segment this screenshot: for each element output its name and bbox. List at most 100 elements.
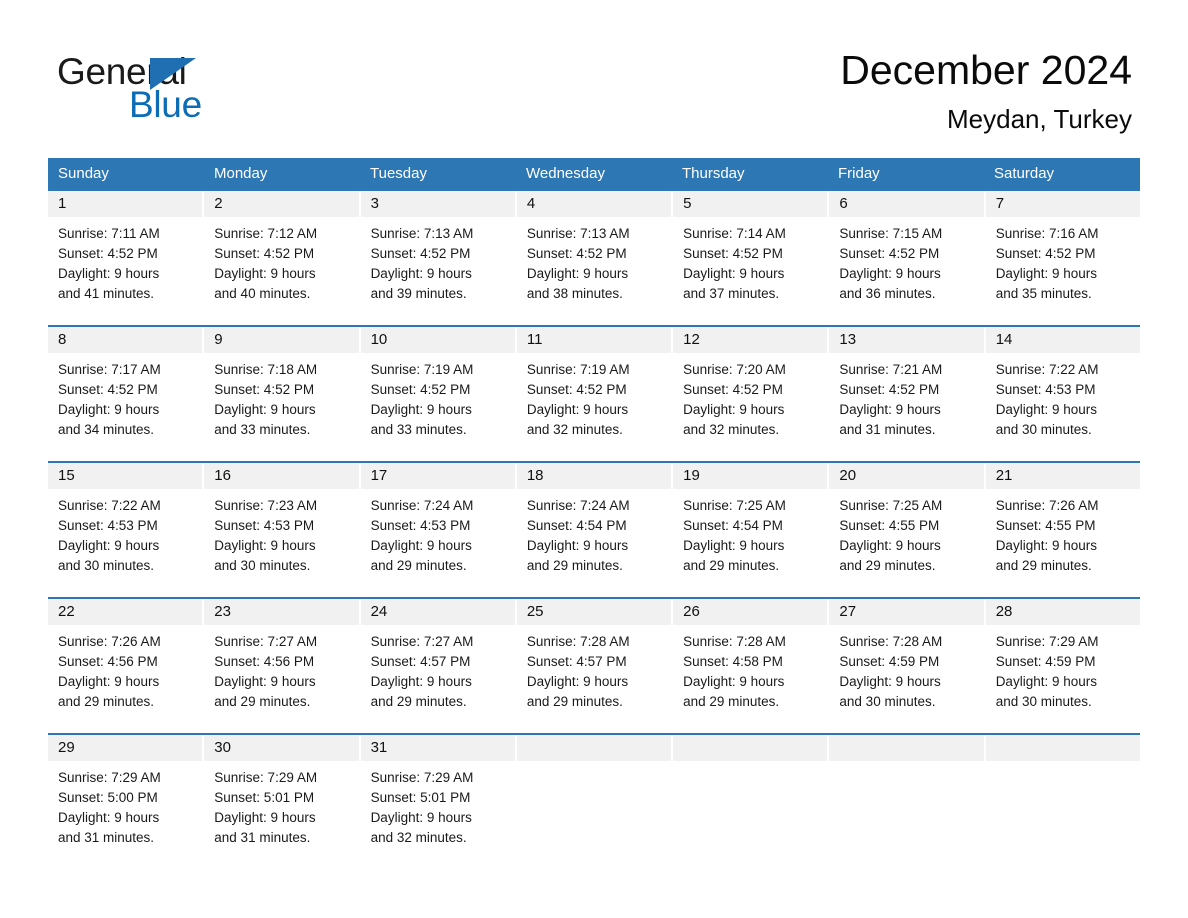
day-number bbox=[829, 735, 984, 761]
day-number: 12 bbox=[673, 327, 828, 353]
day-cell[interactable]: 27 Sunrise: 7:28 AM Sunset: 4:59 PM Dayligh… bbox=[829, 599, 986, 722]
day-cell[interactable]: 28 Sunrise: 7:29 AM Sunset: 4:59 PM Dayligh… bbox=[985, 599, 1140, 722]
day-cell[interactable]: 20 Sunrise: 7:25 AM Sunset: 4:55 PM Dayligh… bbox=[829, 463, 986, 586]
day-details: Sunrise: 7:21 AM Sunset: 4:52 PM Daylight:… bbox=[829, 353, 983, 450]
day-detail-line: and 30 minutes. bbox=[995, 422, 1092, 437]
day-cell[interactable]: 12 Sunrise: 7:20 AM Sunset: 4:52 PM Dayligh… bbox=[673, 327, 830, 450]
day-detail-line: Sunset: 4:52 PM bbox=[58, 246, 158, 261]
day-detail-line: Sunrise: 7:16 AM bbox=[995, 226, 1099, 241]
day-detail-line: and 30 minutes. bbox=[214, 558, 311, 573]
day-cell[interactable]: 17 Sunrise: 7:24 AM Sunset: 4:53 PM Dayligh… bbox=[360, 463, 517, 586]
day-cell[interactable]: 18 Sunrise: 7:24 AM Sunset: 4:54 PM Dayligh… bbox=[516, 463, 674, 586]
day-cell[interactable]: 2 Sunrise: 7:12 AM Sunset: 4:52 PM Daylight… bbox=[204, 191, 361, 314]
day-number: 22 bbox=[48, 599, 203, 625]
day-detail-line: and 31 minutes. bbox=[58, 830, 155, 845]
day-number: 28 bbox=[985, 599, 1140, 625]
day-number bbox=[673, 735, 828, 761]
day-cell[interactable]: 31 Sunrise: 7:29 AM Sunset: 5:01 PM Dayligh… bbox=[360, 735, 517, 858]
day-of-week-header-friday: Friday bbox=[838, 165, 880, 182]
day-cell[interactable]: 13 Sunrise: 7:21 AM Sunset: 4:52 PM Dayligh… bbox=[829, 327, 986, 450]
day-details: Sunrise: 7:29 AM Sunset: 5:01 PM Daylight:… bbox=[204, 761, 358, 858]
day-detail-line: and 33 minutes. bbox=[370, 422, 467, 437]
calendar-grid: Sunday Monday Tuesday Wednesday Thursday Frid… bbox=[48, 158, 1140, 858]
day-details: Sunrise: 7:19 AM Sunset: 4:52 PM Daylight:… bbox=[517, 353, 671, 450]
day-cell[interactable]: 29 Sunrise: 7:29 AM Sunset: 5:00 PM Dayligh… bbox=[48, 735, 205, 858]
day-detail-line: Sunset: 4:52 PM bbox=[839, 246, 940, 261]
day-details: Sunrise: 7:29 AM Sunset: 5:00 PM Daylight:… bbox=[48, 761, 202, 858]
day-details bbox=[673, 761, 827, 842]
day-detail-line: Daylight: 9 hours bbox=[214, 266, 316, 281]
day-details: Sunrise: 7:20 AM Sunset: 4:52 PM Daylight:… bbox=[673, 353, 827, 450]
day-cell[interactable]: 14 Sunrise: 7:22 AM Sunset: 4:53 PM Dayligh… bbox=[985, 327, 1140, 450]
day-number: 21 bbox=[985, 463, 1140, 489]
calendar-week-row: 15 Sunrise: 7:22 AM Sunset: 4:53 PM Dayligh… bbox=[48, 450, 1140, 586]
day-cell[interactable]: 19 Sunrise: 7:25 AM Sunset: 4:54 PM Dayligh… bbox=[673, 463, 830, 586]
day-detail-line: and 29 minutes. bbox=[526, 694, 623, 709]
day-cell[interactable]: 5 Sunrise: 7:14 AM Sunset: 4:52 PM Daylight… bbox=[673, 191, 830, 314]
day-detail-line: Daylight: 9 hours bbox=[214, 402, 316, 417]
day-detail-line: Daylight: 9 hours bbox=[370, 266, 472, 281]
calendar-week-row: 1 Sunrise: 7:11 AM Sunset: 4:52 PM Daylight… bbox=[48, 189, 1140, 314]
week-gap bbox=[48, 722, 1140, 733]
day-detail-line: Sunset: 4:55 PM bbox=[995, 518, 1096, 533]
day-detail-line: Daylight: 9 hours bbox=[370, 402, 472, 417]
day-detail-line: Sunrise: 7:28 AM bbox=[526, 634, 630, 649]
day-details: Sunrise: 7:18 AM Sunset: 4:52 PM Daylight:… bbox=[204, 353, 358, 450]
day-cell[interactable]: 16 Sunrise: 7:23 AM Sunset: 4:53 PM Dayligh… bbox=[204, 463, 361, 586]
day-detail-line: Sunset: 4:52 PM bbox=[370, 246, 471, 261]
day-detail-line: Daylight: 9 hours bbox=[370, 538, 472, 553]
day-cell[interactable]: 8 Sunrise: 7:17 AM Sunset: 4:52 PM Daylight… bbox=[48, 327, 205, 450]
page-header: General Blue December 2024 Meydan, Turke… bbox=[0, 0, 1188, 150]
day-detail-line: and 32 minutes. bbox=[370, 830, 467, 845]
day-detail-line: and 30 minutes. bbox=[995, 694, 1092, 709]
day-detail-line: Sunrise: 7:23 AM bbox=[214, 498, 318, 513]
day-cell[interactable]: 6 Sunrise: 7:15 AM Sunset: 4:52 PM Daylight… bbox=[829, 191, 986, 314]
day-number: 7 bbox=[985, 191, 1140, 217]
day-number: 11 bbox=[516, 327, 672, 353]
day-cell[interactable]: 25 Sunrise: 7:28 AM Sunset: 4:57 PM Dayligh… bbox=[516, 599, 674, 722]
day-details: Sunrise: 7:25 AM Sunset: 4:55 PM Daylight:… bbox=[829, 489, 983, 586]
day-detail-line: Sunset: 4:52 PM bbox=[683, 382, 783, 397]
day-cell[interactable]: 1 Sunrise: 7:11 AM Sunset: 4:52 PM Daylight… bbox=[48, 191, 205, 314]
day-cell[interactable]: 23 Sunrise: 7:27 AM Sunset: 4:56 PM Dayligh… bbox=[204, 599, 361, 722]
day-cell[interactable]: 26 Sunrise: 7:28 AM Sunset: 4:58 PM Dayligh… bbox=[673, 599, 830, 722]
week-gap bbox=[48, 586, 1140, 597]
day-detail-line: and 38 minutes. bbox=[526, 286, 623, 301]
day-cell[interactable]: 9 Sunrise: 7:18 AM Sunset: 4:52 PM Daylight… bbox=[204, 327, 361, 450]
day-cell-empty bbox=[985, 735, 1140, 858]
day-details: Sunrise: 7:12 AM Sunset: 4:52 PM Daylight:… bbox=[204, 217, 358, 314]
day-number: 1 bbox=[48, 191, 203, 217]
day-detail-line: Sunrise: 7:28 AM bbox=[839, 634, 943, 649]
day-cell[interactable]: 15 Sunrise: 7:22 AM Sunset: 4:53 PM Dayligh… bbox=[48, 463, 205, 586]
day-detail-line: Daylight: 9 hours bbox=[526, 402, 629, 417]
day-cell[interactable]: 11 Sunrise: 7:19 AM Sunset: 4:52 PM Dayligh… bbox=[516, 327, 674, 450]
day-number: 10 bbox=[360, 327, 515, 353]
day-detail-line: and 39 minutes. bbox=[370, 286, 467, 301]
day-cell[interactable]: 22 Sunrise: 7:26 AM Sunset: 4:56 PM Dayligh… bbox=[48, 599, 205, 722]
day-detail-line: Daylight: 9 hours bbox=[58, 538, 160, 553]
day-cell[interactable]: 4 Sunrise: 7:13 AM Sunset: 4:52 PM Daylight… bbox=[516, 191, 674, 314]
day-detail-line: and 29 minutes. bbox=[58, 694, 155, 709]
day-detail-line: Sunset: 4:57 PM bbox=[526, 654, 627, 669]
day-details: Sunrise: 7:26 AM Sunset: 4:56 PM Daylight:… bbox=[48, 625, 202, 722]
day-cell[interactable]: 24 Sunrise: 7:27 AM Sunset: 4:57 PM Dayligh… bbox=[360, 599, 517, 722]
day-number: 24 bbox=[360, 599, 515, 625]
day-of-week-header-saturday: Saturday bbox=[994, 165, 1055, 182]
day-cell[interactable]: 30 Sunrise: 7:29 AM Sunset: 5:01 PM Dayligh… bbox=[204, 735, 361, 858]
logo-text-blue: Blue bbox=[129, 84, 202, 125]
day-detail-line: Daylight: 9 hours bbox=[839, 674, 941, 689]
day-of-week-header-thursday: Thursday bbox=[682, 165, 745, 182]
day-detail-line: Sunset: 4:59 PM bbox=[839, 654, 940, 669]
day-detail-line: and 35 minutes. bbox=[995, 286, 1092, 301]
calendar-week-row: 8 Sunrise: 7:17 AM Sunset: 4:52 PM Daylight… bbox=[48, 314, 1140, 450]
location-subtitle: Meydan, Turkey bbox=[947, 104, 1132, 134]
day-detail-line: Daylight: 9 hours bbox=[995, 674, 1097, 689]
day-cell[interactable]: 21 Sunrise: 7:26 AM Sunset: 4:55 PM Dayligh… bbox=[985, 463, 1140, 586]
day-detail-line: Daylight: 9 hours bbox=[839, 538, 941, 553]
day-cell[interactable]: 10 Sunrise: 7:19 AM Sunset: 4:52 PM Dayligh… bbox=[360, 327, 517, 450]
day-cell[interactable]: 7 Sunrise: 7:16 AM Sunset: 4:52 PM Daylight… bbox=[985, 191, 1140, 314]
day-cell[interactable]: 3 Sunrise: 7:13 AM Sunset: 4:52 PM Daylight… bbox=[360, 191, 517, 314]
day-of-week-header-row: Sunday Monday Tuesday Wednesday Thursday Frid… bbox=[48, 158, 1140, 189]
day-number: 26 bbox=[673, 599, 828, 625]
day-detail-line: Sunrise: 7:28 AM bbox=[683, 634, 786, 649]
